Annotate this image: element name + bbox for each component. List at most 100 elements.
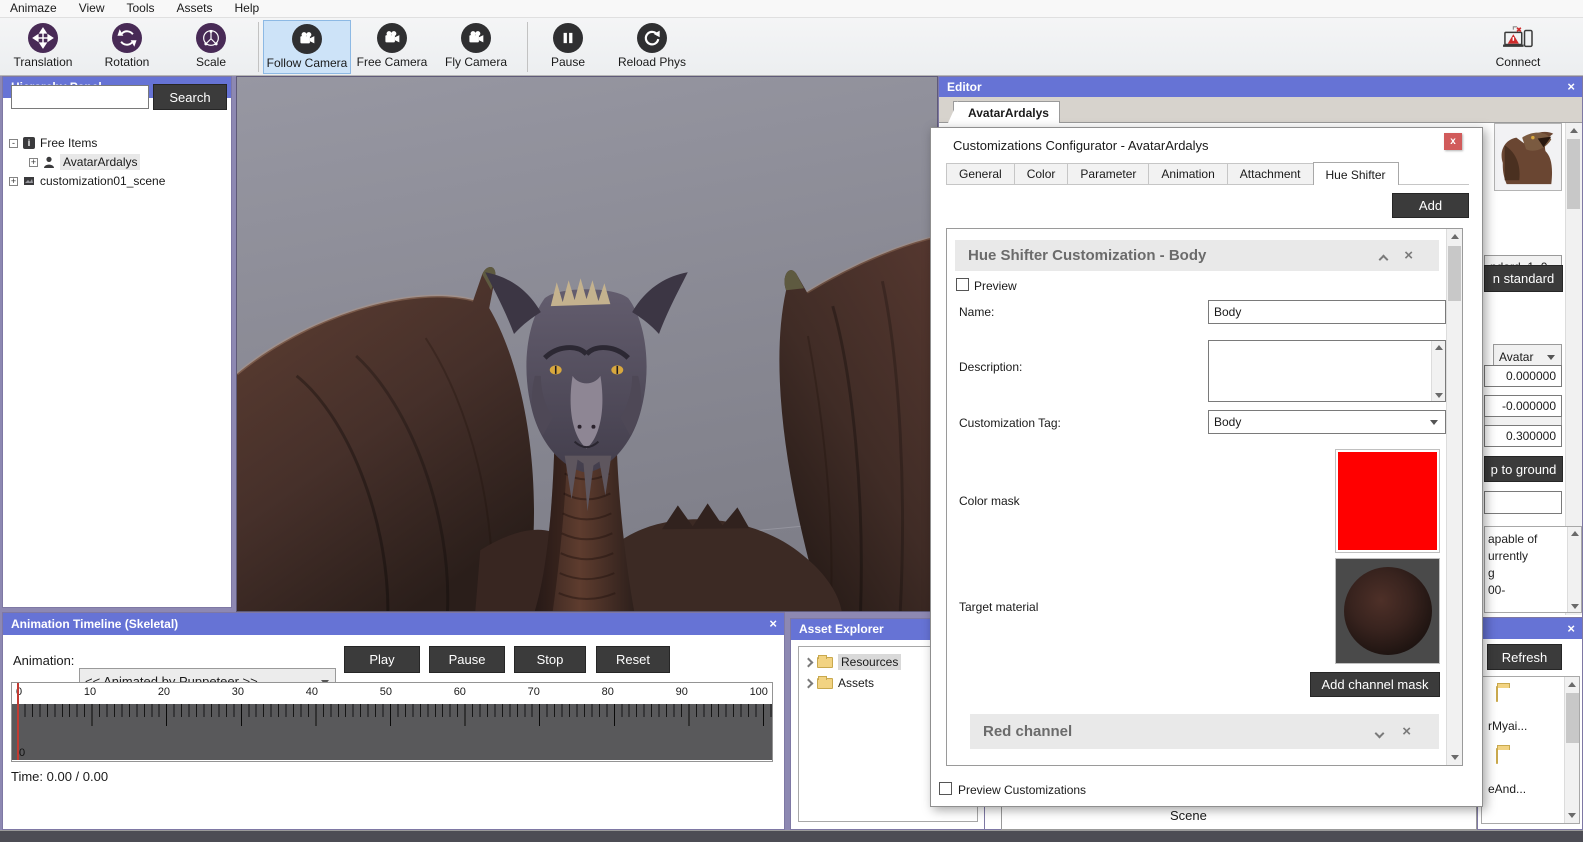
scroll-down-icon[interactable] — [1565, 808, 1579, 823]
ruler-tick-label: 90 — [675, 686, 688, 698]
tree-item-scene[interactable]: + customization01_scene — [9, 172, 165, 190]
add-channel-mask-button[interactable]: Add channel mask — [1310, 672, 1440, 697]
menu-help[interactable]: Help — [235, 1, 260, 17]
scroll-up-icon[interactable] — [1566, 123, 1582, 138]
target-material-preview[interactable] — [1335, 558, 1440, 664]
stop-button[interactable]: Stop — [514, 646, 586, 673]
ruler-tick-label: 70 — [527, 686, 540, 698]
connect-button[interactable]: Connect — [1478, 20, 1558, 74]
avatar-list-item[interactable] — [1496, 686, 1498, 702]
play-button[interactable]: Play — [344, 646, 420, 673]
scroll-down-icon[interactable] — [1568, 600, 1581, 612]
search-button[interactable]: Search — [153, 84, 227, 110]
avatar-thumbnail[interactable] — [1494, 123, 1562, 191]
avatar-list-item[interactable] — [1496, 748, 1498, 764]
ruler-numbers: 0 10 20 30 40 50 60 70 80 90 100 — [12, 683, 772, 704]
tab-avatarardalys[interactable]: AvatarArdalys — [948, 101, 1060, 123]
preview-checkbox[interactable] — [956, 278, 969, 291]
menu-animaze[interactable]: Animaze — [10, 1, 57, 17]
tab-general[interactable]: General — [946, 163, 1015, 184]
tree-item-avatar[interactable]: + AvatarArdalys — [29, 153, 141, 171]
menu-view[interactable]: View — [79, 1, 105, 17]
menu-assets[interactable]: Assets — [177, 1, 213, 17]
position-y-field[interactable]: -0.000000 — [1484, 395, 1562, 417]
snap-to-ground-button[interactable]: p to ground — [1484, 456, 1563, 482]
position-x-field[interactable]: 0.000000 — [1484, 365, 1562, 387]
hue-shifter-section-header[interactable]: Hue Shifter Customization - Body × — [955, 240, 1439, 271]
name-label: Name: — [959, 305, 995, 319]
description-scrollbar[interactable] — [1431, 341, 1445, 401]
scroll-down-icon[interactable] — [1447, 750, 1462, 765]
scrollbar-thumb[interactable] — [1448, 246, 1461, 301]
asset-item-resources[interactable]: Resources — [803, 653, 902, 671]
dialog-close-button[interactable]: x — [1444, 133, 1462, 150]
dialog-title: Customizations Configurator - AvatarArda… — [953, 138, 1209, 153]
info-textarea[interactable]: apable of urrently g 00- — [1484, 526, 1582, 613]
name-field-right[interactable] — [1484, 491, 1562, 514]
color-mask-swatch[interactable] — [1335, 449, 1440, 553]
red-channel-section-header[interactable]: Red channel × — [970, 714, 1439, 749]
collapse-icon[interactable] — [1378, 252, 1389, 266]
scroll-up-icon[interactable] — [1447, 229, 1462, 244]
viewport-3d[interactable] — [236, 76, 938, 612]
fly-camera-icon — [461, 23, 491, 53]
expand-icon[interactable]: + — [9, 176, 18, 186]
dialog-scrollbar[interactable] — [1446, 229, 1462, 765]
name-input[interactable]: Body — [1208, 300, 1446, 324]
animation-timeline-panel: Animation Timeline (Skeletal) × Animatio… — [2, 612, 785, 830]
tree-item-free-items[interactable]: - i Free Items — [9, 134, 97, 152]
standard-button[interactable]: n standard — [1484, 265, 1563, 292]
scroll-up-icon[interactable] — [1432, 341, 1445, 353]
dragon-model — [236, 77, 938, 612]
expand-icon[interactable] — [1374, 726, 1385, 740]
close-icon[interactable]: × — [769, 613, 777, 635]
close-icon[interactable]: × — [1567, 618, 1575, 639]
search-input[interactable] — [11, 85, 149, 109]
scroll-down-icon[interactable] — [1432, 389, 1445, 401]
position-z-field[interactable]: 0.300000 — [1484, 425, 1562, 447]
preview-customizations-checkbox[interactable] — [939, 782, 952, 795]
editor-titlebar: Editor × — [939, 77, 1582, 97]
timeline-ruler[interactable]: 0 10 20 30 40 50 60 70 80 90 100 0 — [11, 682, 773, 762]
scrollbar-thumb[interactable] — [1567, 139, 1580, 209]
expand-arrow-icon[interactable] — [803, 678, 814, 688]
collapse-icon[interactable]: - — [9, 138, 18, 148]
tab-parameter[interactable]: Parameter — [1067, 163, 1150, 184]
tab-animation[interactable]: Animation — [1148, 163, 1228, 184]
rotation-button[interactable]: Rotation — [92, 20, 162, 74]
remove-section-icon[interactable]: × — [1402, 724, 1411, 739]
follow-camera-button[interactable]: Follow Camera — [263, 20, 351, 74]
remove-section-icon[interactable]: × — [1404, 248, 1413, 263]
menu-tools[interactable]: Tools — [126, 1, 154, 17]
description-textarea[interactable] — [1208, 340, 1446, 402]
free-camera-button[interactable]: Free Camera — [352, 20, 432, 74]
add-button[interactable]: Add — [1392, 193, 1469, 218]
refresh-button[interactable]: Refresh — [1487, 644, 1562, 670]
scroll-up-icon[interactable] — [1565, 677, 1579, 692]
pause-button-timeline[interactable]: Pause — [429, 646, 505, 673]
reload-phys-button[interactable]: Reload Phys — [616, 20, 688, 74]
tab-hue-shifter[interactable]: Hue Shifter — [1312, 162, 1399, 185]
close-icon[interactable]: × — [1567, 77, 1575, 97]
translation-button[interactable]: Translation — [10, 20, 76, 74]
asset-item-assets[interactable]: Assets — [803, 674, 874, 692]
ruler-tick-area[interactable]: 0 — [12, 704, 772, 760]
expand-icon[interactable]: + — [29, 157, 38, 167]
tab-color[interactable]: Color — [1013, 163, 1069, 184]
fly-camera-button[interactable]: Fly Camera — [440, 20, 512, 74]
reset-button[interactable]: Reset — [596, 646, 670, 673]
tree-item-label: customization01_scene — [40, 174, 166, 188]
playhead[interactable] — [17, 683, 19, 760]
avatar-list-scrollbar[interactable] — [1564, 677, 1579, 823]
scale-button[interactable]: Scale — [182, 20, 240, 74]
expand-arrow-icon[interactable] — [803, 657, 814, 667]
pause-button[interactable]: Pause — [538, 20, 598, 74]
tab-attachment[interactable]: Attachment — [1226, 163, 1314, 184]
asset-item-label: Resources — [838, 654, 902, 670]
scrollbar-thumb[interactable] — [1566, 693, 1579, 743]
timeline-titlebar: Animation Timeline (Skeletal) × — [3, 613, 784, 635]
scroll-up-icon[interactable] — [1568, 527, 1581, 539]
info-scrollbar[interactable] — [1567, 527, 1581, 612]
chevron-down-icon — [1430, 420, 1438, 425]
customization-tag-dropdown[interactable]: Body — [1208, 410, 1446, 434]
